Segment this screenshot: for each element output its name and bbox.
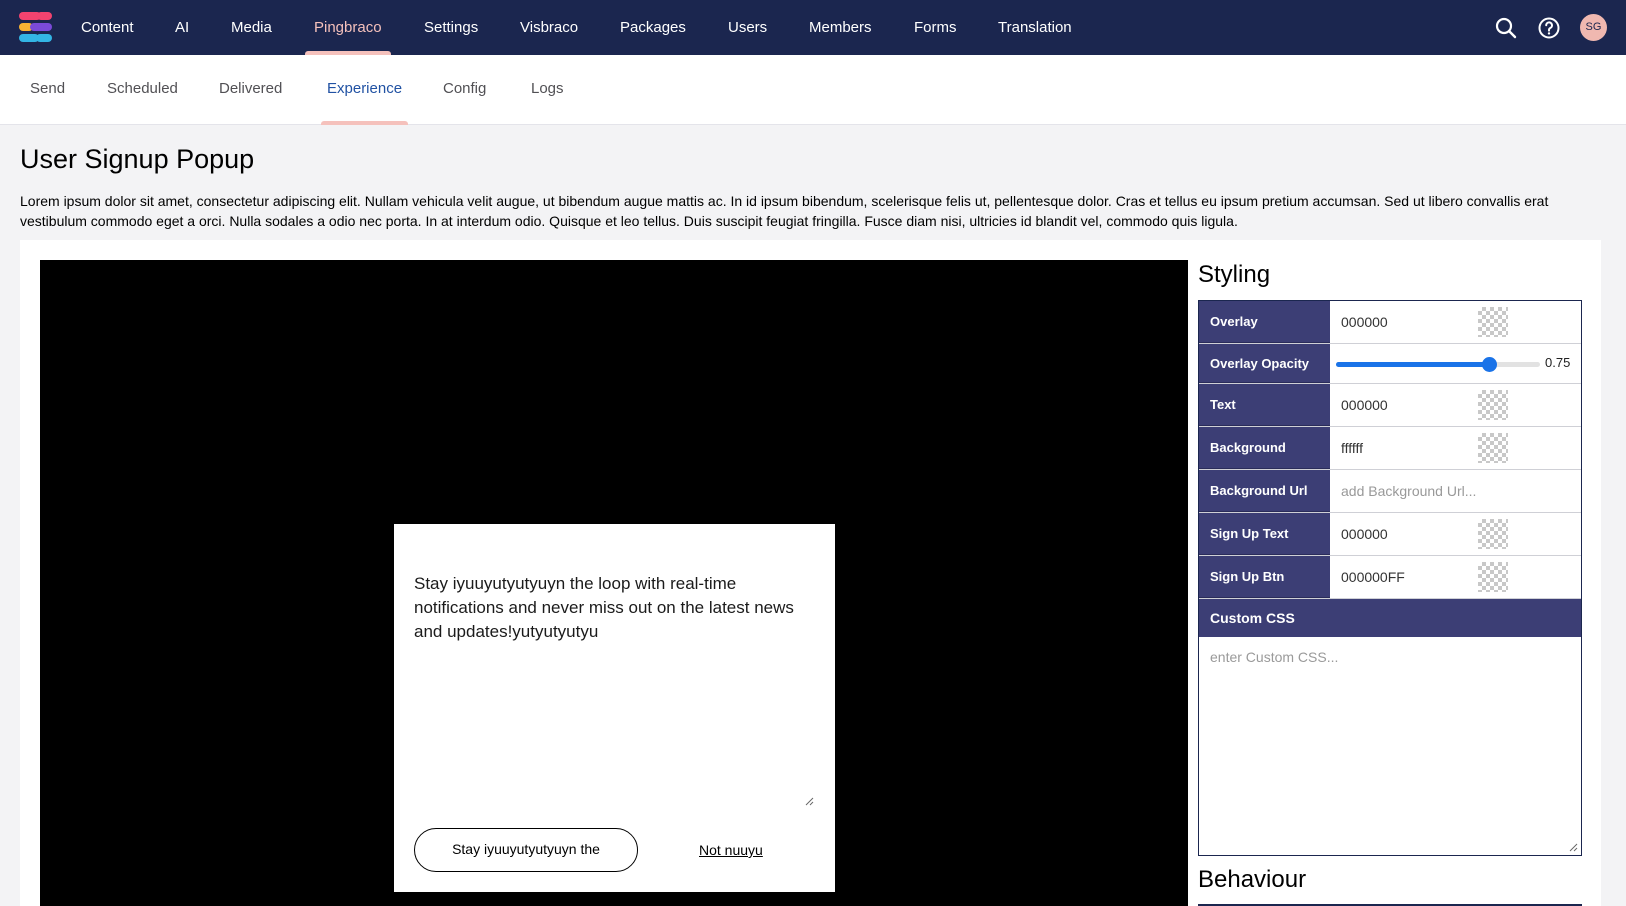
styling-row-text: Text 000000 bbox=[1199, 384, 1581, 427]
top-nav-pingbraco[interactable]: Pingbraco bbox=[305, 0, 391, 55]
text-color-input[interactable]: 000000 bbox=[1330, 384, 1581, 426]
slider-fill bbox=[1336, 362, 1489, 367]
css-resize-grip-icon[interactable] bbox=[1568, 842, 1578, 852]
top-nav-users[interactable]: Users bbox=[728, 0, 767, 55]
tab-experience[interactable]: Experience bbox=[320, 55, 409, 125]
top-nav-content[interactable]: Content bbox=[81, 0, 134, 55]
top-nav-ai[interactable]: AI bbox=[175, 0, 189, 55]
top-nav-media[interactable]: Media bbox=[231, 0, 272, 55]
overlay-opacity-control: 0.75 bbox=[1330, 344, 1581, 383]
top-nav-settings[interactable]: Settings bbox=[424, 0, 478, 55]
user-avatar[interactable]: SG bbox=[1580, 14, 1607, 41]
sign-up-btn-input[interactable]: 000000FF bbox=[1330, 556, 1581, 598]
overlay-opacity-value: 0.75 bbox=[1545, 355, 1571, 370]
background-color-input[interactable]: ffffff bbox=[1330, 427, 1581, 469]
behaviour-heading: Behaviour bbox=[1198, 866, 1307, 893]
styling-table: Overlay 000000 Overlay Opacity 0.75 Text… bbox=[1198, 300, 1582, 856]
styling-row-sign-up-text: Sign Up Text 000000 bbox=[1199, 513, 1581, 556]
overlay-value: 000000 bbox=[1341, 314, 1388, 330]
overlay-opacity-slider[interactable] bbox=[1336, 357, 1540, 372]
slider-thumb[interactable] bbox=[1482, 357, 1497, 372]
tab-config[interactable]: Config bbox=[443, 55, 486, 125]
page-description: Lorem ipsum dolor sit amet, consectetur … bbox=[20, 193, 1549, 229]
top-nav-members[interactable]: Members bbox=[809, 0, 872, 55]
custom-css-textarea[interactable]: enter Custom CSS... bbox=[1199, 637, 1581, 855]
styling-row-overlay: Overlay 000000 bbox=[1199, 301, 1581, 344]
sign-up-text-input[interactable]: 000000 bbox=[1330, 513, 1581, 555]
text-label: Text bbox=[1199, 384, 1330, 426]
styling-row-sign-up-btn: Sign Up Btn 000000FF bbox=[1199, 556, 1581, 599]
sign-up-btn-label: Sign Up Btn bbox=[1199, 556, 1330, 598]
overlay-input[interactable]: 000000 bbox=[1330, 301, 1581, 343]
sign-up-text-value: 000000 bbox=[1341, 526, 1388, 542]
top-nav-visbraco[interactable]: Visbraco bbox=[520, 0, 578, 55]
page-title: User Signup Popup bbox=[20, 144, 255, 174]
custom-css-label: Custom CSS bbox=[1199, 599, 1581, 637]
top-nav-translation[interactable]: Translation bbox=[998, 0, 1072, 55]
background-url-label: Background Url bbox=[1199, 470, 1330, 512]
styling-row-background: Background ffffff bbox=[1199, 427, 1581, 470]
app-logo-icon[interactable] bbox=[19, 12, 52, 43]
overlay-label: Overlay bbox=[1199, 301, 1330, 343]
search-icon[interactable] bbox=[1494, 16, 1518, 40]
background-color-value: ffffff bbox=[1341, 440, 1364, 456]
tab-scheduled[interactable]: Scheduled bbox=[107, 55, 178, 125]
top-nav-packages[interactable]: Packages bbox=[620, 0, 686, 55]
overlay-opacity-label: Overlay Opacity bbox=[1199, 344, 1330, 383]
popup-message[interactable]: Stay iyuuyutyutyuyn the loop with real-t… bbox=[414, 572, 814, 644]
popup-preview-overlay: Stay iyuuyutyutyuyn the loop with real-t… bbox=[40, 260, 1188, 906]
sign-up-btn-value: 000000FF bbox=[1341, 569, 1405, 585]
not-now-link[interactable]: Not nuuyu bbox=[699, 842, 763, 858]
styling-heading: Styling bbox=[1198, 261, 1271, 288]
tab-logs[interactable]: Logs bbox=[531, 55, 564, 125]
sign-up-text-swatch[interactable] bbox=[1478, 519, 1508, 549]
help-icon[interactable] bbox=[1537, 16, 1561, 40]
signup-popup: Stay iyuuyutyutyuyn the loop with real-t… bbox=[394, 524, 835, 892]
sign-up-btn-swatch[interactable] bbox=[1478, 562, 1508, 592]
background-color-swatch[interactable] bbox=[1478, 433, 1508, 463]
top-navigation-bar: Content AI Media Pingbraco Settings Visb… bbox=[0, 0, 1626, 55]
background-label: Background bbox=[1199, 427, 1330, 469]
styling-row-background-url: Background Url add Background Url... bbox=[1199, 470, 1581, 513]
overlay-color-swatch[interactable] bbox=[1478, 307, 1508, 337]
tab-delivered[interactable]: Delivered bbox=[219, 55, 282, 125]
text-color-value: 000000 bbox=[1341, 397, 1388, 413]
custom-css-placeholder: enter Custom CSS... bbox=[1210, 649, 1339, 665]
styling-row-overlay-opacity: Overlay Opacity 0.75 bbox=[1199, 344, 1581, 384]
background-url-input[interactable]: add Background Url... bbox=[1330, 470, 1581, 512]
signup-button[interactable]: Stay iyuuyutyutyuyn the bbox=[414, 828, 638, 872]
top-nav-forms[interactable]: Forms bbox=[914, 0, 957, 55]
resize-grip-icon[interactable] bbox=[804, 796, 814, 806]
tab-send[interactable]: Send bbox=[30, 55, 65, 125]
sign-up-text-label: Sign Up Text bbox=[1199, 513, 1330, 555]
text-color-swatch[interactable] bbox=[1478, 390, 1508, 420]
background-url-placeholder: add Background Url... bbox=[1341, 483, 1477, 499]
sub-navigation-bar: Send Scheduled Delivered Experience Conf… bbox=[0, 55, 1626, 125]
